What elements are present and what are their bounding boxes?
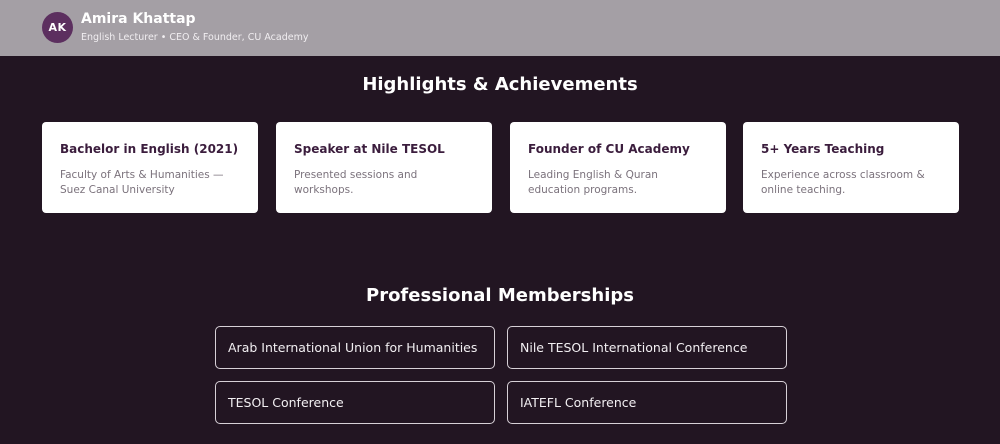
highlight-card-bachelor: Bachelor in English (2021) Faculty of Ar… [42, 122, 258, 213]
membership-item[interactable]: IATEFL Conference [507, 381, 787, 424]
avatar[interactable]: AK [42, 12, 73, 43]
highlight-card-desc: Leading English & Quran education progra… [528, 169, 658, 196]
highlight-card-title: Speaker at Nile TESOL [294, 142, 445, 156]
highlight-card-title: Bachelor in English (2021) [60, 142, 239, 156]
highlights-title: Highlights & Achievements [362, 74, 638, 95]
highlight-card-title: Founder of CU Academy [528, 142, 690, 156]
highlight-card-founder: Founder of CU Academy Leading English & … [510, 122, 726, 213]
highlight-card-title: 5+ Years Teaching [761, 142, 885, 156]
membership-item[interactable]: Arab International Union for Humanities [215, 326, 495, 369]
profile-header: AK Amira Khattap English Lecturer • CEO … [0, 0, 1000, 56]
highlight-card-teaching: 5+ Years Teaching Experience across clas… [743, 122, 959, 213]
profile-subtitle: English Lecturer • CEO & Founder, CU Aca… [81, 32, 309, 43]
highlight-card-desc: Experience across classroom & online tea… [761, 169, 925, 196]
profile-name: Amira Khattap [81, 11, 196, 27]
memberships-title: Professional Memberships [366, 285, 634, 306]
highlight-card-desc: Faculty of Arts & Humanities — Suez Cana… [60, 169, 224, 196]
membership-item[interactable]: TESOL Conference [215, 381, 495, 424]
membership-item[interactable]: Nile TESOL International Conference [507, 326, 787, 369]
highlight-card-desc: Presented sessions and workshops. [294, 169, 418, 196]
highlight-card-speaker: Speaker at Nile TESOL Presented sessions… [276, 122, 492, 213]
